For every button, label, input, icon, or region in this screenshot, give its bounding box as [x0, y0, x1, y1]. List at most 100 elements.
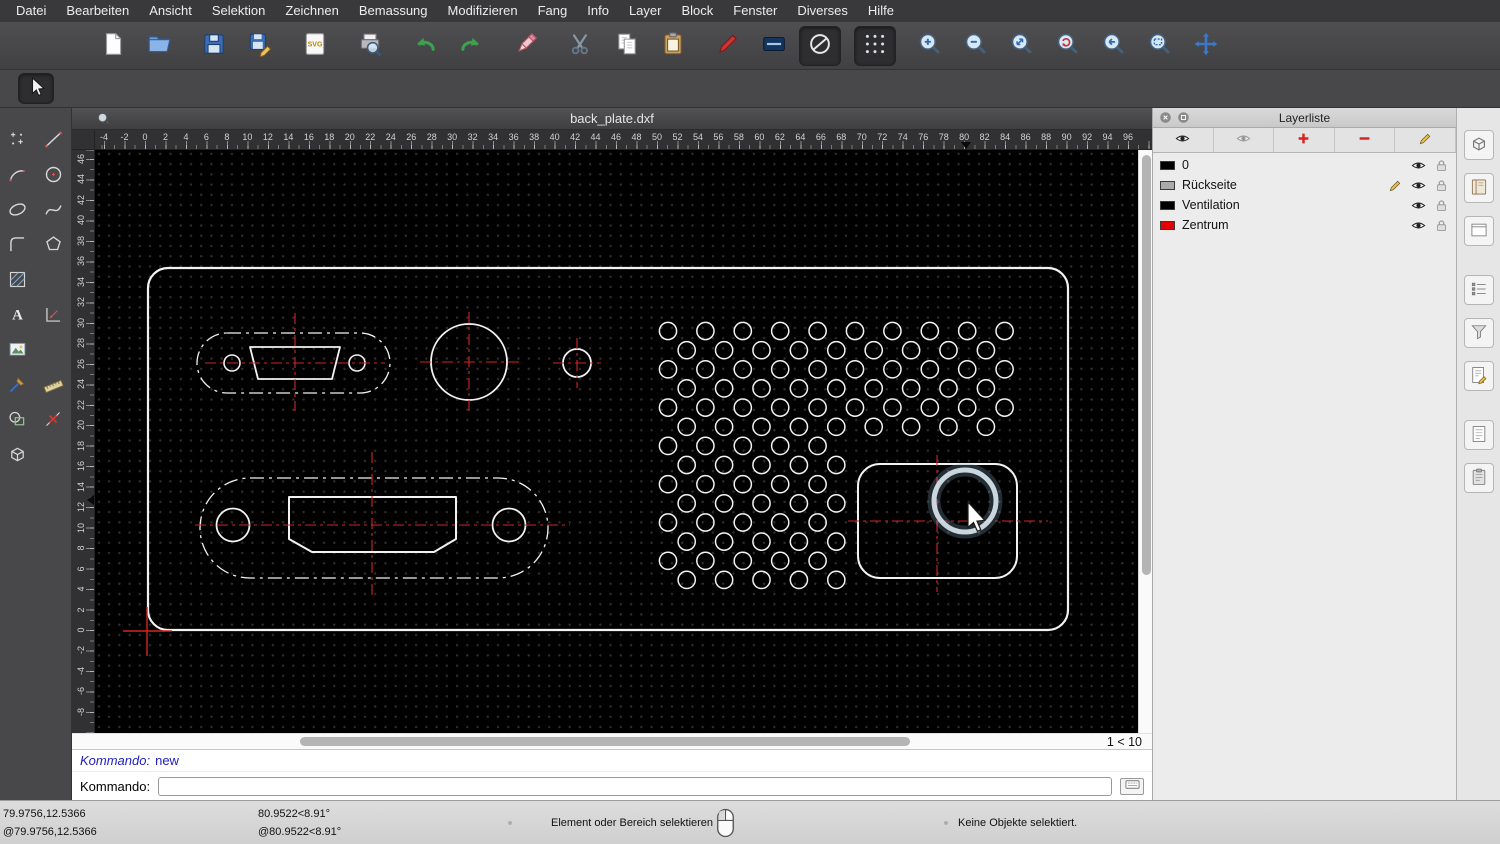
h-ruler-label: 68	[836, 132, 847, 142]
v-ruler-label: 40	[76, 215, 86, 226]
zoom-in-button[interactable]	[909, 26, 951, 66]
h-ruler-label: 72	[877, 132, 888, 142]
dock-block-button[interactable]	[1463, 130, 1494, 160]
h-ruler-label: 36	[508, 132, 519, 142]
polyline-tool[interactable]	[1, 229, 35, 262]
delete-button[interactable]	[505, 26, 547, 66]
block-tool[interactable]	[1, 404, 35, 437]
horizontal-scrollbar[interactable]	[72, 734, 1074, 750]
dock-filter-button[interactable]	[1463, 318, 1494, 348]
dimension-tool[interactable]	[37, 299, 71, 332]
vertical-scrollbar[interactable]	[1138, 150, 1152, 733]
modify-tool[interactable]	[1, 369, 35, 402]
save-button[interactable]	[193, 26, 235, 66]
hatch-tool[interactable]	[1, 264, 35, 297]
menu-bearbeiten[interactable]: Bearbeiten	[56, 0, 139, 22]
zoom-out-button[interactable]	[955, 26, 997, 66]
command-detach-button[interactable]	[1120, 777, 1144, 795]
layer-lock-icon[interactable]	[1433, 177, 1449, 193]
paste-button[interactable]	[652, 26, 694, 66]
dock-notes-button[interactable]	[1463, 420, 1494, 450]
h-ruler-label: 54	[692, 132, 703, 142]
print-preview-button[interactable]	[349, 26, 391, 66]
iso-view-tool[interactable]	[1, 439, 35, 472]
h-ruler-label: 92	[1082, 132, 1093, 142]
dock-library-button[interactable]	[1463, 173, 1494, 203]
menu-selektion[interactable]: Selektion	[202, 0, 275, 22]
export-svg-button[interactable]: SVG	[294, 26, 336, 66]
menu-fenster[interactable]: Fenster	[723, 0, 787, 22]
save-as-icon	[247, 31, 273, 60]
measure-tool[interactable]	[37, 369, 71, 402]
ellipse-tool[interactable]	[1, 194, 35, 227]
dock-block-icon	[1469, 134, 1489, 157]
grid-toggle-button[interactable]	[854, 25, 896, 66]
zoom-previous-button[interactable]	[1093, 26, 1135, 66]
zoom-redraw-button[interactable]	[1047, 26, 1089, 66]
menu-modifizieren[interactable]: Modifizieren	[438, 0, 528, 22]
layer-lock-icon[interactable]	[1433, 197, 1449, 213]
redo-button[interactable]	[450, 26, 492, 66]
line-attributes-button[interactable]	[753, 26, 795, 66]
remove-layer-button[interactable]	[1335, 128, 1396, 152]
snap-tool[interactable]	[37, 404, 71, 437]
spline-tool[interactable]	[37, 194, 71, 227]
copy-button[interactable]	[606, 26, 648, 66]
save-as-button[interactable]	[239, 26, 281, 66]
layer-visibility-icon[interactable]	[1410, 197, 1426, 213]
dock-window-button[interactable]	[1463, 216, 1494, 246]
edit-attributes-button[interactable]	[707, 26, 749, 66]
show-all-layers-button[interactable]	[1153, 128, 1214, 152]
polygon-tool[interactable]	[37, 229, 71, 262]
panel-float-button[interactable]	[1176, 111, 1190, 125]
menu-block[interactable]: Block	[671, 0, 723, 22]
menu-layer[interactable]: Layer	[619, 0, 672, 22]
drawing-canvas[interactable]	[95, 150, 1138, 733]
layer-visibility-icon[interactable]	[1410, 157, 1426, 173]
new-document-button[interactable]	[92, 26, 134, 66]
zoom-pan-button[interactable]	[1185, 26, 1227, 66]
layer-row-zentrum[interactable]: Zentrum	[1153, 215, 1456, 235]
linetype-none-button[interactable]	[799, 25, 841, 66]
hide-all-layers-button[interactable]	[1214, 128, 1275, 152]
menu-zeichnen[interactable]: Zeichnen	[275, 0, 348, 22]
dock-clipboard-button[interactable]	[1463, 463, 1494, 493]
open-file-button[interactable]	[138, 26, 180, 66]
menu-diverses[interactable]: Diverses	[787, 0, 858, 22]
panel-close-button[interactable]	[1158, 111, 1172, 125]
circle-tool[interactable]	[37, 159, 71, 192]
layer-row-rückseite[interactable]: Rückseite	[1153, 175, 1456, 195]
save-icon	[201, 31, 227, 60]
undo-button[interactable]	[404, 26, 446, 66]
menu-ansicht[interactable]: Ansicht	[139, 0, 202, 22]
layer-lock-icon[interactable]	[1433, 157, 1449, 173]
edit-layer-button[interactable]	[1395, 128, 1456, 152]
layer-row-0[interactable]: 0	[1153, 155, 1456, 175]
image-tool[interactable]	[1, 334, 35, 367]
command-history-value: new	[155, 753, 179, 768]
vertical-scroll-thumb[interactable]	[1141, 155, 1151, 575]
horizontal-scroll-thumb[interactable]	[300, 737, 910, 746]
dock-properties-button[interactable]	[1463, 361, 1494, 391]
dock-list-button[interactable]	[1463, 275, 1494, 305]
line-tool[interactable]	[37, 124, 71, 157]
zoom-window-button[interactable]	[1139, 26, 1181, 66]
selection-pointer-button[interactable]	[18, 73, 54, 104]
point-tool[interactable]	[1, 124, 35, 157]
arc-tool[interactable]	[1, 159, 35, 192]
cut-button[interactable]	[560, 26, 602, 66]
command-input[interactable]	[158, 776, 1112, 796]
layer-visibility-icon[interactable]	[1410, 177, 1426, 193]
menu-bemassung[interactable]: Bemassung	[349, 0, 438, 22]
text-tool[interactable]: A	[1, 299, 35, 332]
zoom-auto-button[interactable]	[1001, 26, 1043, 66]
layer-row-ventilation[interactable]: Ventilation	[1153, 195, 1456, 215]
menu-info[interactable]: Info	[577, 0, 619, 22]
document-titlebar[interactable]: back_plate.dxf	[72, 108, 1152, 130]
layer-lock-icon[interactable]	[1433, 217, 1449, 233]
menu-hilfe[interactable]: Hilfe	[858, 0, 904, 22]
add-layer-button[interactable]	[1274, 128, 1335, 152]
menu-datei[interactable]: Datei	[6, 0, 56, 22]
layer-visibility-icon[interactable]	[1410, 217, 1426, 233]
menu-fang[interactable]: Fang	[528, 0, 578, 22]
